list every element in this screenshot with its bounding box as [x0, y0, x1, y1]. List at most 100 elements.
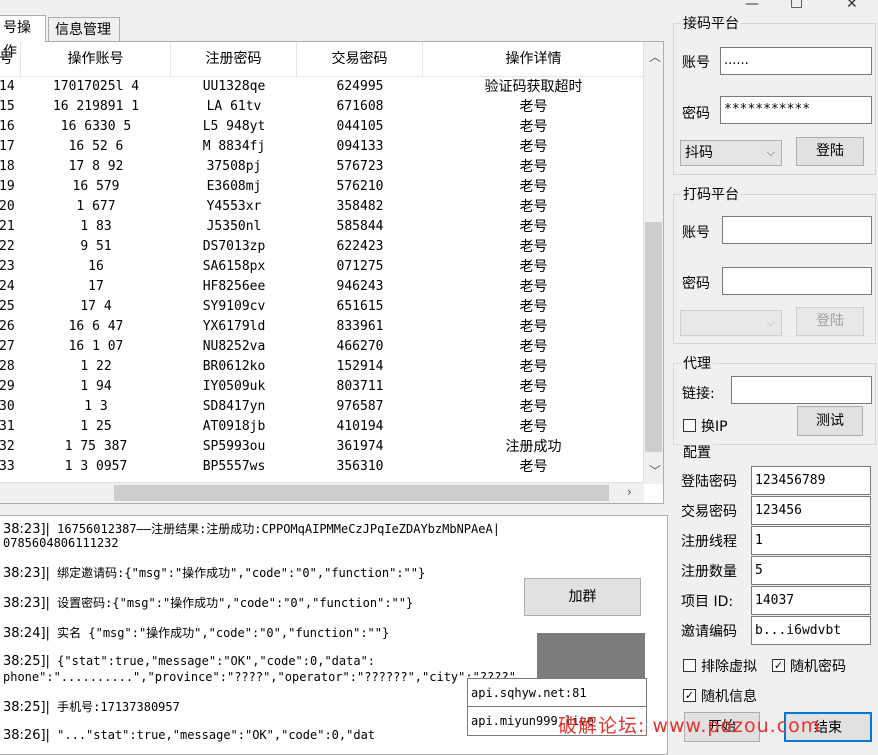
table-row[interactable]: 20 1 677 Y4553xr 358482 老号: [0, 197, 644, 217]
table-row[interactable]: 22 9 51 DS7013zp 622423 老号: [0, 237, 644, 257]
detail-cell: 老号: [519, 239, 548, 255]
log-line: 38:24]| 实名 {"msg":"操作成功","code":"0","fun…: [3, 626, 390, 641]
close-icon[interactable]: ✕: [846, 0, 858, 12]
sms-platform-select[interactable]: 抖码 ⌵: [680, 140, 782, 166]
trade-password-input[interactable]: 123456: [751, 496, 871, 525]
table-row[interactable]: 28 1 22 BR0612ko 152914 老号: [0, 357, 644, 377]
maximize-icon[interactable]: □: [790, 0, 803, 10]
table-row[interactable]: 16 16 6330 5 L5 948yt 044105 老号: [0, 117, 644, 137]
account-cell: 1 3 0957: [64, 459, 128, 474]
table-row[interactable]: 27 16 1 07 NU8252va 466270 老号: [0, 337, 644, 357]
account-cell: 1 83: [80, 219, 112, 234]
sms-platform-title: 接码平台: [681, 13, 741, 33]
trade-password-cell: 585844: [336, 219, 384, 234]
table-row[interactable]: 14 17017025l 4 UU1328qe 624995 验证码获取超时: [0, 77, 644, 97]
row-number: 21: [0, 219, 15, 234]
account-table[interactable]: 号 操作账号 注册密码 交易密码 操作详情 14 17017025l 4 UU132…: [0, 41, 664, 504]
account-cell: 16 6 47: [68, 319, 124, 334]
account-cell: 16 52 6: [68, 139, 124, 154]
table-row[interactable]: 25 17 4 SY9109cv 651615 老号: [0, 297, 644, 317]
reg-password-cell: UU1328qe: [202, 79, 266, 94]
captcha-password-input[interactable]: [722, 267, 872, 295]
sms-password-input[interactable]: ***********: [720, 96, 872, 124]
col-header-detail[interactable]: 操作详情: [423, 42, 644, 76]
join-group-button[interactable]: 加群: [524, 578, 641, 616]
sms-login-button[interactable]: 登陆: [796, 137, 864, 166]
reg-password-cell: YX6179ld: [202, 319, 266, 334]
table-row[interactable]: 31 1 25 AT0918jb 410194 老号: [0, 417, 644, 437]
reg-password-cell: J5350nl: [206, 219, 262, 234]
trade-password-cell: 152914: [336, 359, 384, 374]
random-password-checkbox[interactable]: ✓: [772, 659, 785, 672]
scroll-up-icon[interactable]: ︿: [649, 48, 661, 65]
table-row[interactable]: 29 1 94 IY0509uk 803711 老号: [0, 377, 644, 397]
reg-password-cell: DS7013zp: [202, 239, 266, 254]
invite-code-input[interactable]: b...i6wdvbt: [751, 616, 871, 645]
sms-account-input[interactable]: ......: [720, 47, 872, 75]
random-info-checkbox[interactable]: ✓: [683, 689, 696, 702]
table-row[interactable]: 21 1 83 J5350nl 585844 老号: [0, 217, 644, 237]
trade-password-cell: 833961: [336, 319, 384, 334]
vertical-scrollbar[interactable]: ︿ ﹀: [643, 42, 663, 484]
captcha-platform-select[interactable]: ⌵: [680, 310, 782, 336]
sms-password-label: 密码: [682, 106, 710, 122]
proxy-link-input[interactable]: [731, 376, 872, 404]
table-row[interactable]: 19 16 579 E3608mj 576210 老号: [0, 177, 644, 197]
reg-password-cell: Y4553xr: [206, 199, 262, 214]
table-row[interactable]: 32 1 75 387 SP5993ou 361974 注册成功: [0, 437, 644, 457]
scroll-right-icon[interactable]: ›: [627, 485, 632, 499]
trade-password-cell: 044105: [336, 119, 384, 134]
detail-cell: 老号: [519, 199, 548, 215]
detail-cell: 验证码获取超时: [484, 79, 583, 95]
detail-cell: 老号: [519, 319, 548, 335]
table-row[interactable]: 15 16 219891 1 LA 61tv 671608 老号: [0, 97, 644, 117]
scroll-down-icon[interactable]: ﹀: [649, 462, 661, 479]
row-number: 17: [0, 139, 15, 154]
table-row[interactable]: 18 17 8 92 37508pj 576723 老号: [0, 157, 644, 177]
table-row[interactable]: 30 1 3 SD8417yn 976587 老号: [0, 397, 644, 417]
login-password-input[interactable]: 123456789: [751, 466, 871, 495]
col-header-account[interactable]: 操作账号: [21, 42, 171, 76]
horizontal-scroll-thumb[interactable]: [114, 485, 609, 501]
proxy-test-button[interactable]: 测试: [797, 406, 863, 436]
tab-account-operation[interactable]: 号操作: [0, 15, 46, 60]
random-info-label: 随机信息: [701, 689, 757, 705]
reg-password-cell: E3608mj: [206, 179, 262, 194]
vertical-scroll-thumb[interactable]: [645, 222, 662, 452]
tab-info-management[interactable]: 信息管理: [48, 17, 120, 41]
project-id-input[interactable]: 14037: [751, 586, 871, 615]
change-ip-label: 换IP: [701, 419, 728, 435]
table-row[interactable]: 23 16 SA6158px 071275 老号: [0, 257, 644, 277]
row-number: 26: [0, 319, 15, 334]
captcha-login-button[interactable]: 登陆: [796, 307, 864, 336]
horizontal-scrollbar[interactable]: ›: [0, 482, 644, 503]
account-cell: 1 25: [80, 419, 112, 434]
table-row[interactable]: 33 1 3 0957 BP5557ws 356310 老号: [0, 457, 644, 477]
threads-label: 注册线程: [681, 534, 737, 550]
config-title: 配置: [681, 442, 713, 462]
project-id-label: 项目 ID:: [681, 594, 734, 610]
col-header-trade-password[interactable]: 交易密码: [297, 42, 423, 76]
table-row[interactable]: 24 17 HF8256ee 946243 老号: [0, 277, 644, 297]
change-ip-checkbox[interactable]: [683, 419, 696, 432]
random-password-label: 随机密码: [790, 659, 846, 675]
captcha-account-input[interactable]: [722, 216, 872, 244]
exclude-virtual-checkbox[interactable]: [683, 659, 696, 672]
account-cell: 16 1 07: [68, 339, 124, 354]
detail-cell: 老号: [519, 179, 548, 195]
reg-password-cell: NU8252va: [202, 339, 266, 354]
sms-platform-selected: 抖码: [685, 145, 713, 161]
col-header-reg-password[interactable]: 注册密码: [171, 42, 297, 76]
threads-input[interactable]: 1: [751, 526, 871, 555]
config-row-count: 注册数量 5: [677, 556, 872, 586]
minimize-icon[interactable]: —: [745, 0, 759, 12]
account-cell: 17 8 92: [68, 159, 124, 174]
table-row[interactable]: 26 16 6 47 YX6179ld 833961 老号: [0, 317, 644, 337]
count-input[interactable]: 5: [751, 556, 871, 585]
invite-code-label: 邀请编码: [681, 624, 737, 640]
row-number: 14: [0, 79, 15, 94]
api-endpoint-1[interactable]: api.sqhyw.net:81: [467, 678, 647, 708]
table-row[interactable]: 17 16 52 6 M 8834fj 094133 老号: [0, 137, 644, 157]
row-number: 29: [0, 379, 15, 394]
row-number: 33: [0, 459, 15, 474]
